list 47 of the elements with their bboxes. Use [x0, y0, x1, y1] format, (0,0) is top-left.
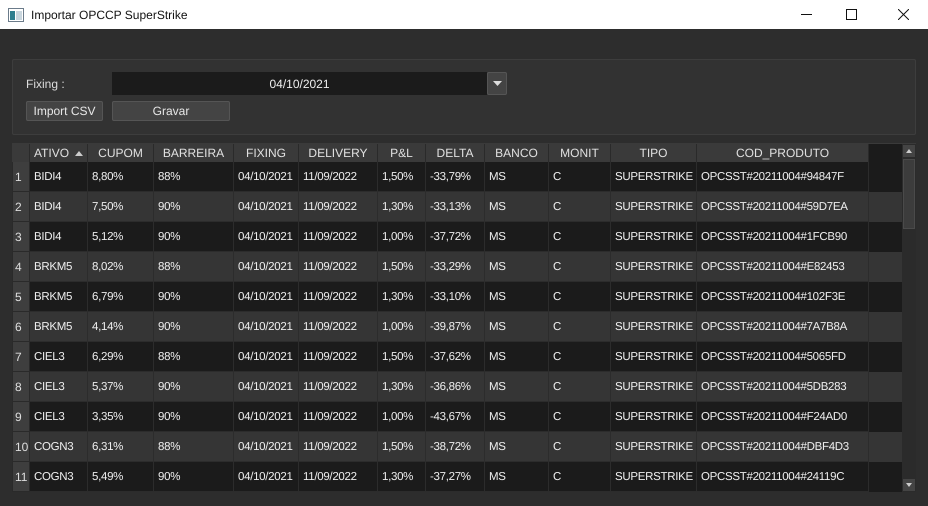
- table-cell: 5,49%: [88, 462, 154, 492]
- column-header[interactable]: COD_PRODUTO: [697, 144, 869, 162]
- column-header[interactable]: BANCO: [485, 144, 549, 162]
- scroll-up-icon[interactable]: [903, 145, 915, 157]
- window-title: Importar OPCCP SuperStrike: [31, 8, 188, 22]
- row-number: 11: [12, 462, 30, 492]
- action-button[interactable]: Gravar: [112, 101, 230, 121]
- row-number: 2: [12, 192, 30, 222]
- row-number: 5: [12, 282, 30, 312]
- column-header[interactable]: CUPOM: [88, 144, 154, 162]
- row-number: 10: [12, 432, 30, 462]
- row-number: 8: [12, 372, 30, 402]
- table-cell: MS: [485, 462, 549, 492]
- app-icon: [8, 8, 24, 22]
- column-header[interactable]: ATIVO: [30, 144, 88, 162]
- row-number: 6: [12, 312, 30, 342]
- column-header[interactable]: MONIT: [549, 144, 611, 162]
- table-cell: SUPERSTRIKE: [611, 462, 697, 492]
- table-cell: 04/10/2021: [234, 462, 299, 492]
- table-cell: COGN3: [30, 462, 88, 492]
- date-field[interactable]: 04/10/2021: [112, 72, 487, 95]
- maximize-icon[interactable]: [846, 9, 857, 20]
- table-cell: 1,30%: [378, 462, 426, 492]
- row-number: 3: [12, 222, 30, 252]
- row-number: 7: [12, 342, 30, 372]
- row-number: 1: [12, 162, 30, 192]
- scrollbar[interactable]: [902, 144, 916, 492]
- column-header[interactable]: DELTA: [426, 144, 485, 162]
- action-button[interactable]: Import CSV: [26, 101, 103, 121]
- column-header[interactable]: TIPO: [611, 144, 697, 162]
- dropdown-button[interactable]: [487, 72, 507, 95]
- table-cell: 90%: [154, 462, 234, 492]
- table-cell: -37,27%: [426, 462, 485, 492]
- row-number: 4: [12, 252, 30, 282]
- table-cell: C: [549, 462, 611, 492]
- column-header[interactable]: P&L: [378, 144, 426, 162]
- scroll-thumb[interactable]: [903, 159, 915, 229]
- scroll-down-icon[interactable]: [903, 479, 915, 491]
- column-header[interactable]: DELIVERY: [299, 144, 378, 162]
- table-cell: OPCSST#20211004#24119C: [697, 462, 869, 492]
- row-number: 9: [12, 402, 30, 432]
- caret-icon: [492, 81, 502, 86]
- column-header[interactable]: FIXING: [234, 144, 299, 162]
- table-cell: 11/09/2022: [299, 462, 378, 492]
- fixing-label: Fixing :: [26, 76, 66, 90]
- column-header[interactable]: BARREIRA: [154, 144, 234, 162]
- close-icon[interactable]: [898, 9, 909, 20]
